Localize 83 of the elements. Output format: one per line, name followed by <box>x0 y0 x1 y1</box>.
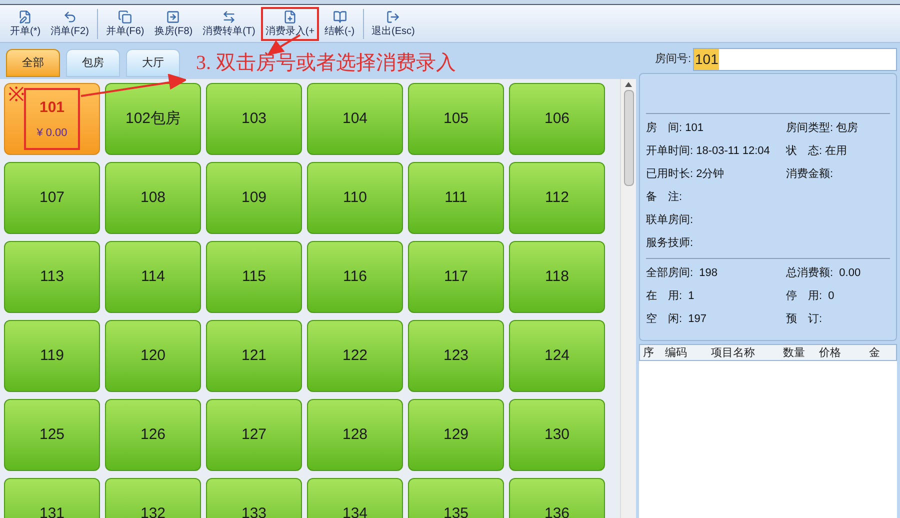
copy-icon <box>118 10 132 24</box>
info-label: 预 订: <box>786 312 822 328</box>
room-tile[interactable]: 127 <box>206 399 302 471</box>
room-tile[interactable]: 108 <box>105 162 201 234</box>
room-tile[interactable]: 105 <box>408 83 504 155</box>
info-label: 消费金额: <box>786 166 834 182</box>
room-tile[interactable]: 113 <box>4 241 100 313</box>
scrollbar-thumb[interactable] <box>624 90 634 186</box>
toolbar-button[interactable]: 消费转单(T) <box>200 8 258 38</box>
room-tile[interactable]: 135 <box>408 478 504 518</box>
column-header[interactable]: 编码 <box>662 345 708 360</box>
room-tile[interactable]: 103 <box>206 83 302 155</box>
room-tile[interactable]: 102包房 <box>105 83 201 155</box>
room-tile[interactable]: 128 <box>307 399 403 471</box>
room-tile[interactable]: 110 <box>307 162 403 234</box>
room-tile[interactable]: 131 <box>4 478 100 518</box>
info-label: 状 态: 在用 <box>786 144 848 160</box>
room-tile[interactable]: ※ 101 ¥ 0.00 <box>4 83 100 155</box>
tab[interactable]: 大厅 <box>126 49 180 77</box>
room-tile[interactable]: 119 <box>4 320 100 392</box>
column-header[interactable]: 价格 <box>816 345 866 360</box>
toolbar-button[interactable]: 结帐(-) <box>322 8 357 38</box>
info-label: 全部房间: 198 <box>646 266 719 282</box>
room-tile[interactable]: 118 <box>509 241 605 313</box>
room-tile[interactable]: 136 <box>509 478 605 518</box>
info-label: 联单房间: <box>646 212 694 228</box>
info-label: 服务技师: <box>646 236 694 252</box>
room-tile[interactable]: 125 <box>4 399 100 471</box>
room-tile[interactable]: 120 <box>105 320 201 392</box>
room-tile[interactable]: 132 <box>105 478 201 518</box>
toolbar-button[interactable]: 消费录入(+ <box>263 8 317 38</box>
room-tile[interactable]: 129 <box>408 399 504 471</box>
info-label: 备 注: <box>646 190 684 206</box>
room-tile[interactable]: 114 <box>105 241 201 313</box>
room-tile[interactable]: 122 <box>307 320 403 392</box>
room-tile[interactable]: 133 <box>206 478 302 518</box>
room-tile[interactable]: 117 <box>408 241 504 313</box>
column-header[interactable]: 序 <box>640 345 662 360</box>
info-label: 在 用: 1 <box>646 289 696 304</box>
room-tile[interactable]: 126 <box>105 399 201 471</box>
column-header[interactable]: 数量 <box>780 345 816 360</box>
room-tile[interactable]: 109 <box>206 162 302 234</box>
arrow-right-icon <box>166 10 180 24</box>
column-header[interactable]: 金 <box>866 345 896 360</box>
field-label: 房间号: <box>654 52 692 67</box>
annotation-text: 3. 双击房号或者选择消费录入 <box>196 51 456 75</box>
info-label: 房间类型: 包房 <box>786 120 858 136</box>
room-tile[interactable]: 116 <box>307 241 403 313</box>
scroll-up-icon[interactable] <box>625 82 632 87</box>
room-tile[interactable]: 107 <box>4 162 100 234</box>
room-tile[interactable]: 121 <box>206 320 302 392</box>
room-tile[interactable]: 112 <box>509 162 605 234</box>
room-tile[interactable]: 111 <box>408 162 504 234</box>
tab[interactable]: 全部 <box>6 49 60 77</box>
room-tile[interactable]: 130 <box>509 399 605 471</box>
info-label: 开单时间: 18-03-11 12:04 <box>646 144 771 160</box>
room-tile[interactable]: 123 <box>408 320 504 392</box>
info-label: 停 用: 0 <box>786 289 834 304</box>
room-number-field[interactable]: 101 <box>693 48 897 70</box>
toolbar-button[interactable]: 换房(F8) <box>152 8 195 38</box>
room-tile[interactable]: 104 <box>307 83 403 155</box>
toolbar-button[interactable]: 退出(Esc) <box>370 8 417 38</box>
room-tile[interactable]: 134 <box>307 478 403 518</box>
book-icon <box>332 10 347 24</box>
column-header[interactable]: 项目名称 <box>708 345 780 360</box>
toolbar-button[interactable]: 并单(F6) <box>104 8 146 38</box>
file-plus-icon <box>282 10 297 24</box>
scrollbar[interactable] <box>620 79 636 518</box>
toolbar-button[interactable]: 消单(F2) <box>48 8 91 38</box>
info-label: 已用时长: 2分钟 <box>646 167 726 182</box>
status-mark: ※ <box>8 84 25 106</box>
room-tile[interactable]: 106 <box>509 83 605 155</box>
arrows-icon <box>222 10 236 24</box>
room-tile[interactable]: 115 <box>206 241 302 313</box>
info-label: 空 闲: 197 <box>646 312 708 328</box>
info-label: 房 间: 101 <box>646 120 704 136</box>
exit-icon <box>386 10 400 24</box>
info-label: 总消费额: 0.00 <box>786 266 861 282</box>
tab[interactable]: 包房 <box>66 49 120 77</box>
edit-icon <box>18 10 32 24</box>
undo-icon <box>62 10 77 24</box>
room-tile[interactable]: 124 <box>509 320 605 392</box>
toolbar-button[interactable]: 开单(*) <box>8 8 43 38</box>
